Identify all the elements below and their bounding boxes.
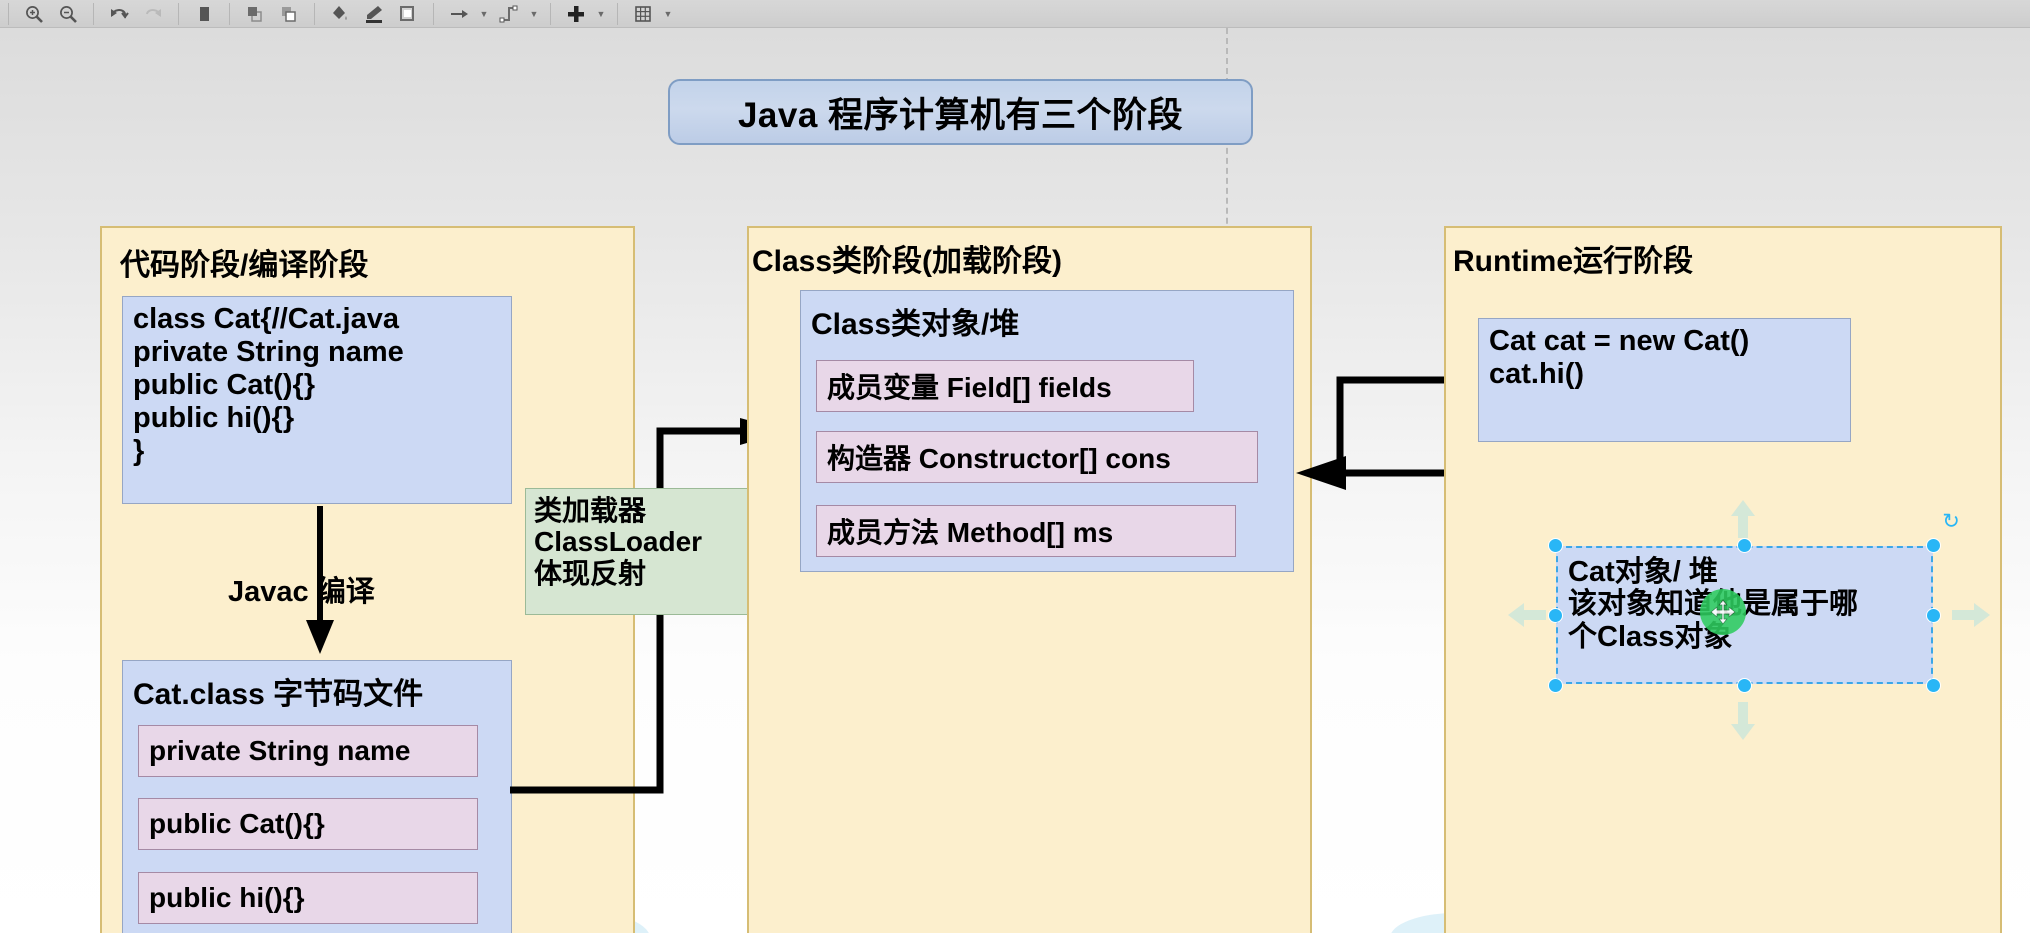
- toolbar-separator: [93, 2, 94, 25]
- zoom-in-icon[interactable]: [17, 1, 51, 27]
- toolbar-separator: [8, 2, 9, 25]
- class-object-member-label: 构造器 Constructor[] cons: [827, 443, 1171, 474]
- bring-to-front-icon[interactable]: [238, 1, 272, 27]
- javac-arrow-label: Javac 编译: [228, 576, 375, 608]
- runtime-code-text: Cat cat = new Cat() cat.hi(): [1489, 325, 1750, 391]
- class-object-member[interactable]: 成员变量 Field[] fields: [816, 360, 1194, 412]
- table-icon[interactable]: [626, 1, 660, 27]
- toolbar-group-delete: [187, 0, 221, 28]
- connection-arrow-icon[interactable]: [442, 1, 476, 27]
- class-file-member[interactable]: public Cat(){}: [138, 798, 478, 850]
- class-object-title: Class类对象/堆: [811, 308, 1020, 341]
- redo-icon[interactable]: [136, 1, 170, 27]
- resize-handle-top-center[interactable]: [1737, 538, 1752, 553]
- line-color-icon[interactable]: [357, 1, 391, 27]
- class-file-member-label: public hi(){}: [149, 882, 305, 913]
- stage-class-title: Class类阶段(加载阶段): [752, 245, 1063, 278]
- stage-code-title: 代码阶段/编译阶段: [120, 249, 369, 282]
- toolbar-group-history: [102, 0, 170, 28]
- class-file-member-label: private String name: [149, 735, 411, 766]
- resize-arrow-right-icon[interactable]: [1950, 600, 1992, 635]
- class-object-member-label: 成员方法 Method[] ms: [827, 517, 1114, 548]
- fill-color-icon[interactable]: [323, 1, 357, 27]
- send-to-back-icon[interactable]: [272, 1, 306, 27]
- toolbar-group-table: ▼: [626, 0, 676, 28]
- class-object-member[interactable]: 构造器 Constructor[] cons: [816, 431, 1258, 483]
- class-file-member[interactable]: public hi(){}: [138, 872, 478, 924]
- resize-arrow-left-icon[interactable]: [1506, 600, 1548, 635]
- zoom-out-icon[interactable]: [51, 1, 85, 27]
- stage-runtime-title: Runtime运行阶段: [1453, 245, 1693, 278]
- diagram-title-text: Java 程序计算机有三个阶段: [737, 95, 1184, 135]
- move-cursor-icon: [1710, 599, 1736, 625]
- toolbar-group-insert: ▼: [559, 0, 609, 28]
- diagram-title-box[interactable]: Java 程序计算机有三个阶段: [668, 79, 1253, 145]
- resize-arrow-down-icon[interactable]: [1728, 700, 1758, 747]
- class-file-title: Cat.class 字节码文件: [133, 678, 424, 711]
- resize-handle-bottom-left[interactable]: [1548, 678, 1563, 693]
- rotate-handle-icon[interactable]: ↻: [1940, 511, 1962, 533]
- toolbar-group-zoom: [17, 0, 85, 28]
- table-caret-icon[interactable]: ▼: [660, 1, 676, 27]
- resize-handle-bottom-right[interactable]: [1926, 678, 1941, 693]
- toolbar-separator: [229, 2, 230, 25]
- cursor-highlight: [1700, 589, 1746, 635]
- shadow-icon[interactable]: [391, 1, 425, 27]
- resize-handle-bottom-center[interactable]: [1737, 678, 1752, 693]
- diagram-canvas[interactable]: Java 程序计算机有三个阶段 代码阶段/编译阶段 class Cat{//Ca…: [0, 28, 2030, 933]
- source-code-text: class Cat{//Cat.java private String name…: [133, 303, 404, 468]
- undo-icon[interactable]: [102, 1, 136, 27]
- toolbar-separator: [617, 2, 618, 25]
- runtime-code-box[interactable]: Cat cat = new Cat() cat.hi(): [1478, 318, 1851, 442]
- classloader-note-box[interactable]: 类加载器 ClassLoader 体现反射: [525, 488, 762, 615]
- insert-caret-icon[interactable]: ▼: [593, 1, 609, 27]
- resize-handle-middle-left[interactable]: [1548, 608, 1563, 623]
- toolbar-group-connectors: ▼ ▼: [442, 0, 542, 28]
- resize-handle-middle-right[interactable]: [1926, 608, 1941, 623]
- toolbar-separator: [314, 2, 315, 25]
- toolbar-separator: [433, 2, 434, 25]
- toolbar-separator: [178, 2, 179, 25]
- class-object-member-label: 成员变量 Field[] fields: [827, 372, 1112, 403]
- insert-icon[interactable]: [559, 1, 593, 27]
- toolbar-group-order: [238, 0, 306, 28]
- toolbar-group-style: [323, 0, 425, 28]
- class-file-member-label: public Cat(){}: [149, 808, 325, 839]
- resize-handle-top-right[interactable]: [1926, 538, 1941, 553]
- source-code-box[interactable]: class Cat{//Cat.java private String name…: [122, 296, 512, 504]
- classloader-note-text: 类加载器 ClassLoader 体现反射: [534, 495, 703, 589]
- waypoints-caret-icon[interactable]: ▼: [526, 1, 542, 27]
- resize-handle-top-left[interactable]: [1548, 538, 1563, 553]
- connection-arrow-caret-icon[interactable]: ▼: [476, 1, 492, 27]
- class-object-member[interactable]: 成员方法 Method[] ms: [816, 505, 1236, 557]
- waypoints-icon[interactable]: [492, 1, 526, 27]
- toolbar: ▼ ▼ ▼ ▼: [0, 0, 2030, 28]
- class-file-member[interactable]: private String name: [138, 725, 478, 777]
- toolbar-separator: [550, 2, 551, 25]
- delete-icon[interactable]: [187, 1, 221, 27]
